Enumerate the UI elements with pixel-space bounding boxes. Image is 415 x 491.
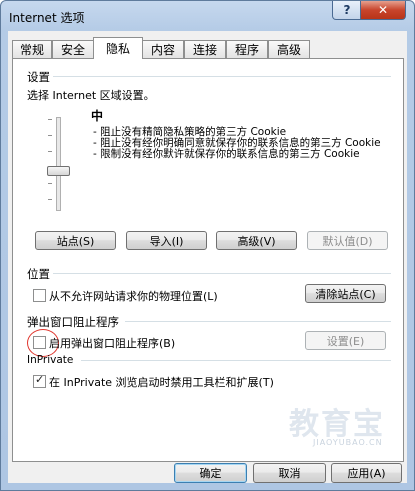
privacy-level-description: - 阻止没有精简隐私策略的第三方 Cookie - 阻止没有经你明确同意就保存你… xyxy=(93,127,387,160)
window-title: Internet 选项 xyxy=(9,11,85,25)
dialog-window: Internet 选项 ? ✕ 常规 安全 隐私 内容 连接 程序 高级 设置 … xyxy=(0,0,415,491)
tab-label: 高级 xyxy=(276,43,301,57)
tab-label: 隐私 xyxy=(105,42,130,56)
tab-label: 连接 xyxy=(192,43,217,57)
clear-sites-button[interactable]: 清除站点(C) xyxy=(305,284,386,303)
tab-programs[interactable]: 程序 xyxy=(226,40,268,58)
close-button[interactable]: ✕ xyxy=(360,1,406,20)
default-button[interactable]: 默认值(D) xyxy=(307,231,388,250)
settings-prompt: 选择 Internet 区域设置。 xyxy=(27,89,155,102)
slider-tick xyxy=(48,183,52,184)
popup-settings-button[interactable]: 设置(E) xyxy=(305,331,386,350)
tab-connections[interactable]: 连接 xyxy=(184,40,226,58)
tab-content[interactable]: 内容 xyxy=(142,40,184,58)
group-divider xyxy=(125,321,391,322)
tab-general[interactable]: 常规 xyxy=(12,40,52,58)
popup-blocker-checkbox-label[interactable]: 启用弹出窗口阻止程序(B) xyxy=(49,335,175,351)
apply-button[interactable]: 应用(A) xyxy=(331,463,402,483)
inprivate-checkbox[interactable] xyxy=(33,373,46,388)
location-checkbox[interactable] xyxy=(33,289,46,302)
tab-advanced[interactable]: 高级 xyxy=(268,40,310,58)
slider-tick xyxy=(48,151,52,152)
tab-label: 程序 xyxy=(234,43,259,57)
group-divider xyxy=(81,360,391,361)
privacy-slider-track[interactable] xyxy=(56,117,61,211)
slider-tick xyxy=(48,119,52,120)
tab-label: 安全 xyxy=(60,43,85,57)
inprivate-group-label: InPrivate xyxy=(27,354,74,366)
group-divider xyxy=(53,273,391,274)
watermark-logo: 教育宝 xyxy=(289,407,385,442)
tab-security[interactable]: 安全 xyxy=(52,40,94,58)
popup-group-label: 弹出窗口阻止程序 xyxy=(27,315,119,329)
cancel-button[interactable]: 取消 xyxy=(253,463,326,483)
sites-button[interactable]: 站点(S) xyxy=(35,231,116,250)
slider-tick xyxy=(48,199,52,200)
ok-button[interactable]: 确定 xyxy=(174,463,247,483)
privacy-level-label: 中 xyxy=(91,109,104,123)
help-button[interactable]: ? xyxy=(332,1,362,20)
location-checkbox-label[interactable]: 从不允许网站请求你的物理位置(L) xyxy=(49,288,218,304)
tab-label: 内容 xyxy=(150,43,175,57)
close-icon: ✕ xyxy=(377,3,389,17)
watermark-url: JIAOYUBAO.CN xyxy=(313,438,383,447)
help-icon: ? xyxy=(343,3,351,17)
import-button[interactable]: 导入(I) xyxy=(126,231,207,250)
advanced-button[interactable]: 高级(V) xyxy=(216,231,297,250)
description-line: - 限制没有经你默许就保存你的联系信息的第三方 Cookie xyxy=(93,148,360,160)
dialog-client-area: 常规 安全 隐私 内容 连接 程序 高级 设置 选择 Internet 区域设置… xyxy=(8,31,407,483)
tab-privacy[interactable]: 隐私 xyxy=(93,37,143,59)
settings-group-label: 设置 xyxy=(27,70,50,84)
slider-tick xyxy=(48,135,52,136)
location-group-label: 位置 xyxy=(27,267,50,281)
privacy-slider-thumb[interactable] xyxy=(47,166,70,176)
group-divider xyxy=(53,76,391,77)
tab-label: 常规 xyxy=(19,43,44,57)
privacy-panel: 设置 选择 Internet 区域设置。 中 - 阻止没有精简隐私策略的第三方 … xyxy=(12,58,404,462)
inprivate-checkbox-label[interactable]: 在 InPrivate 浏览启动时禁用工具栏和扩展(T) xyxy=(49,374,274,390)
title-bar[interactable]: Internet 选项 ? ✕ xyxy=(1,1,414,31)
